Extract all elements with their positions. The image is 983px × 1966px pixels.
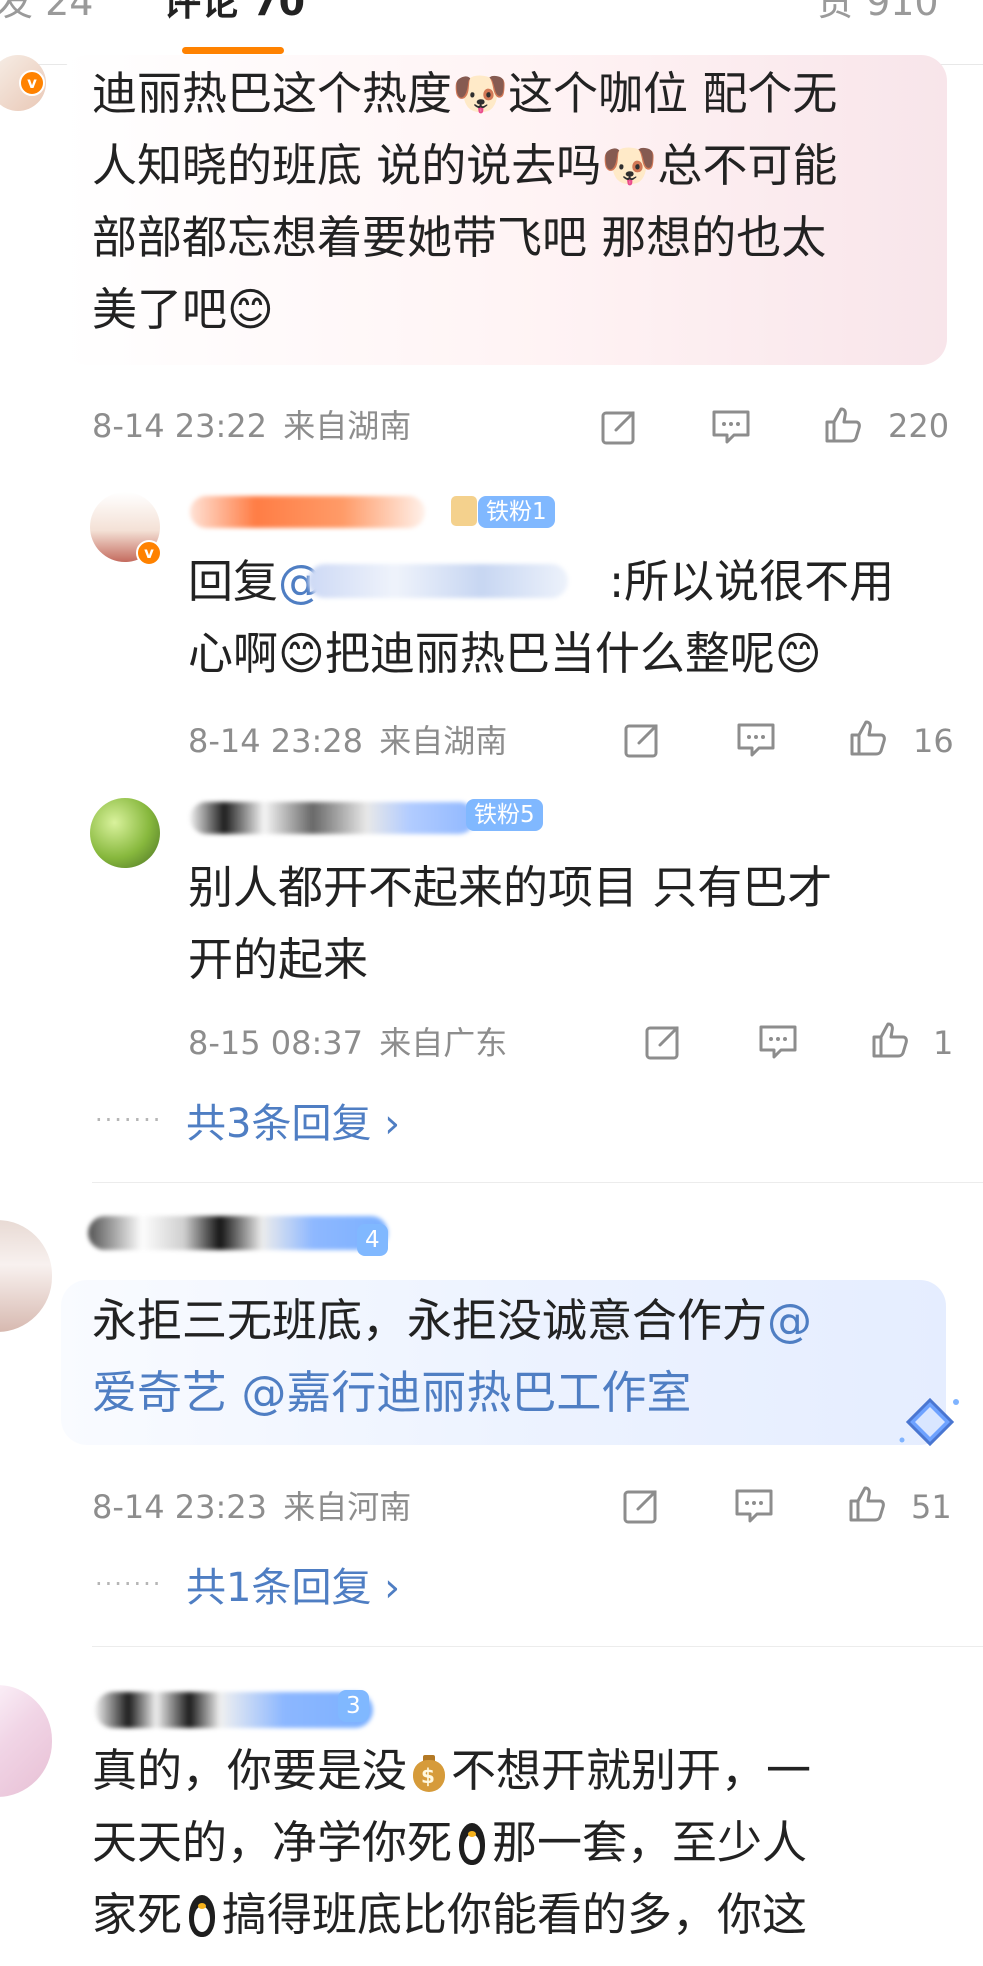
- comment-time: 8-14 23:23: [92, 1488, 268, 1526]
- like-count: 220: [888, 407, 950, 445]
- comment-time: 8-15 08:37: [188, 1024, 364, 1062]
- username[interactable]: [88, 1216, 388, 1250]
- verified-badge-icon: v: [19, 70, 45, 96]
- fan-badge: 铁粉1: [478, 496, 555, 528]
- active-tab-indicator: [182, 47, 284, 54]
- comment-icon[interactable]: [731, 1483, 777, 1529]
- thumbs-up-icon[interactable]: [844, 715, 890, 761]
- comment-meta: 8-14 23:22 来自湖南: [92, 408, 411, 444]
- comment-text-line: 人知晓的班底 说的说去吗🐶总不可能: [92, 139, 838, 192]
- tab-comments[interactable]: 评论 70: [163, 0, 305, 22]
- verified-badge-icon: v: [136, 540, 162, 566]
- comment-divider: [92, 1182, 983, 1183]
- like-count: 51: [911, 1488, 952, 1526]
- username[interactable]: [95, 1692, 373, 1728]
- penguin-icon: [453, 1822, 491, 1868]
- comment-text-line: 迪丽热巴这个热度🐶这个咖位 配个无: [92, 67, 838, 120]
- tab-likes[interactable]: 赞 910: [816, 0, 939, 22]
- comment-divider: [92, 1646, 983, 1647]
- share-icon[interactable]: [640, 1019, 686, 1065]
- comment-location: 来自广东: [379, 1024, 508, 1062]
- comment-text-line: 心啊😊把迪丽热巴当什么整呢😊: [188, 627, 822, 680]
- comment-text-line: 部部都忘想着要她带飞吧 那想的也太: [92, 211, 827, 264]
- avatar[interactable]: [0, 1220, 52, 1332]
- comment-location: 来自河南: [283, 1488, 412, 1526]
- thumbs-up-icon[interactable]: [866, 1017, 912, 1063]
- mention-link[interactable]: @嘉行迪丽热巴工作室: [241, 1366, 691, 1419]
- reply-thread-dots: ·······: [95, 1570, 163, 1598]
- like-count: 16: [913, 722, 954, 760]
- view-replies-link[interactable]: 共1条回复 ›: [186, 1566, 400, 1610]
- reply-thread-dots: ·······: [95, 1106, 163, 1134]
- penguin-icon: [183, 1894, 221, 1940]
- fan-badge: 4: [357, 1224, 388, 1256]
- comment-location: 来自湖南: [379, 722, 508, 760]
- comment-text-line: 爱奇艺 @嘉行迪丽热巴工作室: [92, 1357, 691, 1429]
- fan-badge: 3: [338, 1690, 369, 1722]
- money-bag-icon: $: [409, 1751, 449, 1795]
- comment-text-line: 回复@:所以说很不用: [188, 555, 895, 608]
- comment-text-line: 真的，你要是没 $ 不想开就别开，一: [92, 1744, 812, 1797]
- mention-blurred-name: [308, 564, 568, 598]
- avatar[interactable]: [0, 1685, 52, 1797]
- share-icon[interactable]: [596, 404, 642, 450]
- thumbs-up-icon[interactable]: [819, 402, 865, 448]
- diamond-sticker-icon: [899, 1397, 959, 1447]
- comment-text-line: 家死 搞得班底比你能看的多，你这: [92, 1888, 808, 1941]
- comment-time: 8-14 23:28: [188, 722, 364, 760]
- thumbs-up-icon[interactable]: [843, 1481, 889, 1527]
- username[interactable]: [190, 496, 425, 528]
- like-count: 1: [933, 1024, 954, 1062]
- comment-icon[interactable]: [708, 404, 754, 450]
- comment-icon[interactable]: [755, 1019, 801, 1065]
- comment-text-line: 美了吧😊: [92, 283, 274, 336]
- comment-text-line: 开的起来: [188, 933, 369, 986]
- comment-meta: 8-15 08:37 来自广东: [188, 1025, 507, 1061]
- comment-icon[interactable]: [733, 717, 779, 763]
- fan-badge-icon: [451, 496, 477, 526]
- comment-text-line: 别人都开不起来的项目 只有巴才: [188, 861, 833, 914]
- username[interactable]: [190, 802, 475, 834]
- share-icon[interactable]: [618, 1483, 664, 1529]
- comment-time: 8-14 23:22: [92, 407, 268, 445]
- comment-text-line: 天天的，净学你死 那一套，至少人: [92, 1816, 808, 1869]
- tab-reposts[interactable]: 发 24: [0, 0, 93, 22]
- comment-text-line: 永拒三无班底，永拒没诚意合作方@: [92, 1294, 813, 1347]
- comment-location: 来自湖南: [283, 407, 412, 445]
- comment-meta: 8-14 23:23 来自河南: [92, 1489, 411, 1525]
- avatar[interactable]: [90, 798, 160, 868]
- mention-link[interactable]: 爱奇艺: [92, 1366, 227, 1419]
- fan-badge: 铁粉5: [466, 799, 543, 831]
- view-replies-link[interactable]: 共3条回复 ›: [186, 1102, 400, 1146]
- share-icon[interactable]: [619, 717, 665, 763]
- comment-meta: 8-14 23:28 来自湖南: [188, 723, 507, 759]
